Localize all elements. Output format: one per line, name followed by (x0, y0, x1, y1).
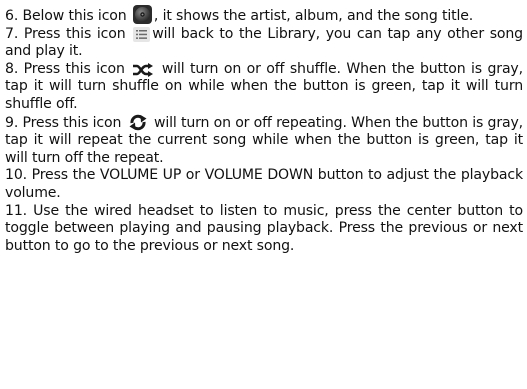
instructions-document: 6. Below this icon , it shows the artist… (5, 5, 523, 255)
item-text: Press the VOLUME UP or VOLUME DOWN butto… (5, 167, 523, 201)
item-number: 10. (5, 167, 27, 184)
library-list-icon (133, 26, 151, 42)
instruction-item-10: 10. Press the VOLUME UP or VOLUME DOWN b… (5, 167, 523, 202)
item-text-after-icon: , it shows the artist, album, and the so… (153, 8, 474, 24)
item-number: 6. (5, 8, 19, 24)
instruction-item-8: 8. Press this icon will turn on or off s… (5, 61, 523, 114)
item-text-before-icon: Press this icon (23, 60, 125, 77)
repeat-icon (128, 114, 148, 131)
item-text-before-icon: Press this icon (22, 114, 122, 131)
item-number: 11. (5, 202, 27, 219)
instruction-item-6: 6. Below this icon , it shows the artist… (5, 5, 523, 26)
instruction-item-9: 9. Press this icon will turn on or off r… (5, 114, 523, 168)
item-text-before-icon: Below this icon (22, 8, 127, 24)
item-number: 8. (5, 60, 19, 77)
album-disc-icon (132, 5, 152, 24)
instruction-item-11: 11. Use the wired headset to listen to m… (5, 203, 523, 256)
shuffle-icon (132, 62, 154, 77)
item-number: 9. (5, 114, 19, 131)
item-text-before-icon: Press this icon (23, 25, 126, 42)
item-text: Use the wired headset to listen to music… (5, 202, 523, 254)
instruction-item-7: 7. Press this icon will back to the Libr… (5, 26, 523, 61)
item-number: 7. (5, 25, 19, 42)
